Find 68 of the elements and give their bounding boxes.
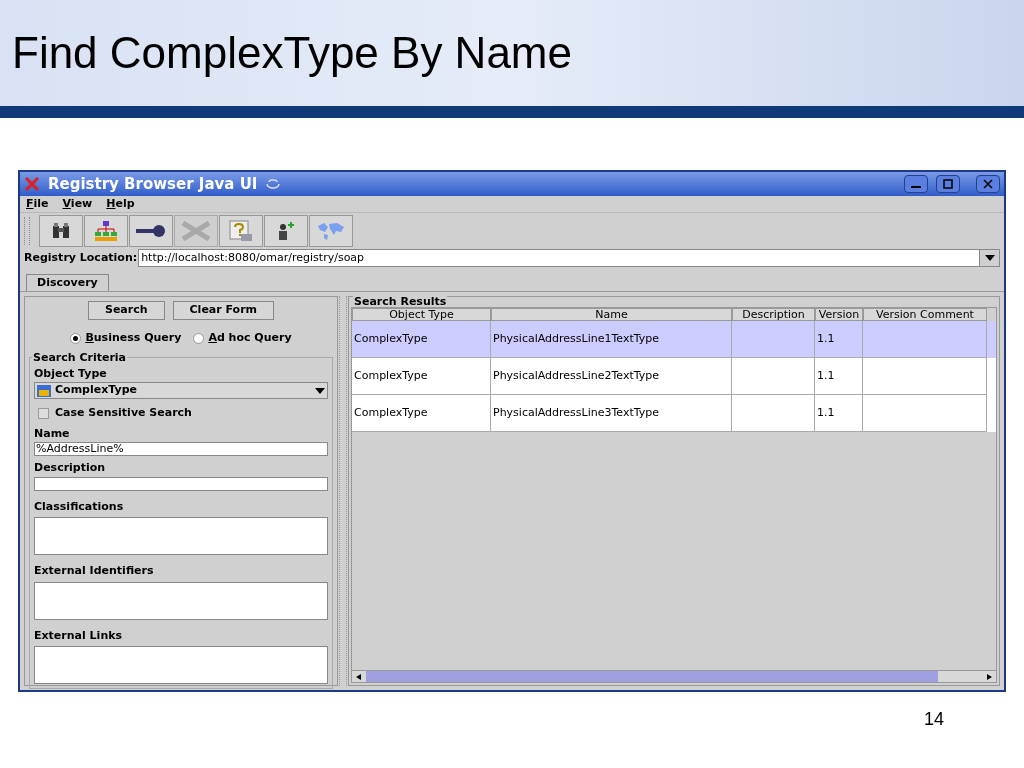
table-cell-text: ComplexType xyxy=(354,367,428,384)
text-field[interactable] xyxy=(34,476,328,491)
field-label: Object Type xyxy=(34,365,108,382)
binoculars-icon xyxy=(51,221,71,240)
query-type-radio[interactable]: Ad hoc Query xyxy=(193,330,292,347)
cross-icon xyxy=(181,220,211,241)
minimize-button[interactable] xyxy=(904,175,928,193)
table-cell-text: PhysicalAddressLine1TextType xyxy=(493,330,659,347)
close-x-logo-icon xyxy=(24,177,40,191)
text-field[interactable]: %AddressLine% xyxy=(34,442,328,456)
splitter-handle[interactable] xyxy=(339,296,347,686)
key-icon xyxy=(136,223,166,238)
close-button[interactable] xyxy=(976,175,1000,193)
table-cell-text: 1.1 xyxy=(817,404,835,421)
result-row[interactable]: ComplexType PhysicalAddressLine2TextType 1.1 xyxy=(352,358,996,395)
column-header[interactable]: Object Type xyxy=(352,308,491,321)
object-type-combo[interactable]: ComplexType xyxy=(34,382,328,399)
column-header[interactable]: Description xyxy=(732,308,815,321)
list-box[interactable] xyxy=(34,581,328,620)
list-box[interactable] xyxy=(34,646,328,684)
registry-location-label: Registry Location: xyxy=(24,249,138,266)
table-cell-text: ComplexType xyxy=(354,404,428,421)
column-header[interactable]: Name xyxy=(491,308,732,321)
column-header[interactable]: Version xyxy=(815,308,863,321)
user-add-icon xyxy=(276,220,296,241)
toolbar-button[interactable] xyxy=(84,214,128,247)
dropdown-caret-icon xyxy=(315,387,325,394)
menu-item[interactable]: Help xyxy=(106,195,135,213)
field-label: Classifications xyxy=(34,498,125,515)
table-cell-text: ComplexType xyxy=(354,330,428,347)
form-button[interactable]: Clear Form xyxy=(172,301,275,320)
minimize-icon xyxy=(911,186,921,188)
field-label: Name xyxy=(34,425,71,442)
menu-item[interactable]: File xyxy=(26,195,49,213)
toolbar-button[interactable] xyxy=(264,214,308,247)
menu-item[interactable]: View xyxy=(62,195,93,213)
table-cell-text: 1.1 xyxy=(817,367,835,384)
result-row[interactable]: ComplexType PhysicalAddressLine1TextType 1.1 xyxy=(352,321,996,358)
table-cell-text: PhysicalAddressLine3TextType xyxy=(493,404,659,421)
table-cell-text: PhysicalAddressLine2TextType xyxy=(493,367,659,384)
field-label: External Identifiers xyxy=(34,563,155,579)
form-button[interactable]: Search xyxy=(87,301,165,320)
type-icon xyxy=(37,384,51,397)
hierarchy-icon xyxy=(95,220,117,241)
list-box[interactable] xyxy=(34,517,328,555)
maximize-icon xyxy=(943,179,953,189)
table-cell-text: 1.1 xyxy=(817,330,835,347)
query-type-radio[interactable]: Business Query xyxy=(70,330,182,347)
close-icon xyxy=(983,179,993,189)
group-title: Search Results xyxy=(353,296,448,307)
tab[interactable]: Discovery xyxy=(26,274,109,291)
dropdown-caret-icon xyxy=(984,255,995,261)
slide-title: Find ComplexType By Name xyxy=(12,31,572,75)
maximize-button[interactable] xyxy=(936,175,960,193)
swirl-icon xyxy=(265,178,282,190)
registry-location-combo[interactable]: http://localhost:8080/omar/registry/soap xyxy=(138,249,1000,267)
slide-page-number: 14 xyxy=(923,708,944,731)
horizontal-scrollbar[interactable] xyxy=(352,670,996,682)
toolbar-button[interactable] xyxy=(129,214,173,247)
case-sensitive-checkbox[interactable]: Case Sensitive Search xyxy=(38,405,328,422)
result-row[interactable]: ComplexType PhysicalAddressLine3TextType 1.1 xyxy=(352,395,996,432)
world-map-icon xyxy=(316,220,346,241)
field-label: External Links xyxy=(34,627,124,644)
field-label: Description xyxy=(34,460,107,476)
window-title: Registry Browser Java UI xyxy=(48,173,258,195)
column-header[interactable]: Version Comment xyxy=(863,308,987,321)
toolbar-button[interactable] xyxy=(39,214,83,247)
help-document-icon xyxy=(229,219,253,242)
